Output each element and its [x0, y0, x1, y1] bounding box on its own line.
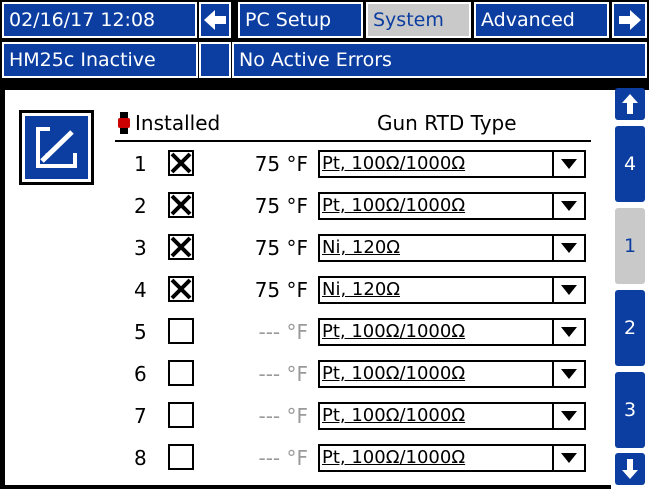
- check-x-icon: [170, 194, 192, 216]
- page-4-button[interactable]: 4: [615, 126, 645, 202]
- dropdown-arrow-icon: [561, 453, 577, 463]
- gun-rtd-type-header: Gun RTD Type: [377, 111, 517, 135]
- row-number: 4: [134, 278, 147, 302]
- dropdown-arrow-icon: [561, 369, 577, 379]
- scroll-down-button[interactable]: [615, 453, 645, 485]
- arrow-left-icon: [204, 10, 226, 30]
- gun-temperature: --- °F: [258, 362, 308, 386]
- dropdown-button[interactable]: [552, 152, 584, 176]
- dropdown-button[interactable]: [552, 194, 584, 218]
- rtd-type-value: Pt, 100Ω/1000Ω: [322, 195, 466, 216]
- arrow-right-icon: [618, 10, 641, 30]
- tab-prev-button[interactable]: [199, 2, 231, 38]
- row-number: 6: [134, 362, 147, 386]
- row-number: 7: [134, 404, 147, 428]
- installed-header: Installed: [135, 111, 221, 135]
- gun-icon: [118, 112, 130, 134]
- scroll-up-button[interactable]: [615, 88, 645, 120]
- rtd-type-select[interactable]: Ni, 120Ω: [318, 234, 586, 262]
- header-divider: [115, 140, 591, 142]
- rtd-type-select[interactable]: Pt, 100Ω/1000Ω: [318, 402, 586, 430]
- rtd-type-value: Ni, 120Ω: [322, 279, 401, 300]
- row-number: 2: [134, 194, 147, 218]
- row-number: 3: [134, 236, 147, 260]
- page-2-button[interactable]: 2: [615, 290, 645, 366]
- gun-temperature: 75 °F: [254, 236, 308, 260]
- arrow-down-icon: [622, 459, 638, 479]
- rtd-type-select[interactable]: Pt, 100Ω/1000Ω: [318, 150, 586, 178]
- dropdown-button[interactable]: [552, 404, 584, 428]
- check-x-icon: [170, 152, 192, 174]
- rtd-type-value: Pt, 100Ω/1000Ω: [322, 321, 466, 342]
- edit-icon: [36, 127, 77, 168]
- installed-checkbox[interactable]: [168, 192, 194, 218]
- row-number: 8: [134, 446, 147, 470]
- rtd-type-select[interactable]: Pt, 100Ω/1000Ω: [318, 444, 586, 472]
- error-status: No Active Errors: [232, 42, 647, 78]
- installed-checkbox[interactable]: [168, 150, 194, 176]
- page-1-button[interactable]: 1: [615, 208, 645, 284]
- arrow-up-icon: [622, 94, 638, 114]
- tab-advanced[interactable]: Advanced: [474, 2, 609, 38]
- dropdown-arrow-icon: [561, 327, 577, 337]
- dropdown-button[interactable]: [552, 362, 584, 386]
- gun-temperature: 75 °F: [254, 194, 308, 218]
- installed-checkbox[interactable]: [168, 234, 194, 260]
- rtd-type-value: Pt, 100Ω/1000Ω: [322, 447, 466, 468]
- installed-checkbox[interactable]: [168, 318, 194, 344]
- gun-temperature: --- °F: [258, 446, 308, 470]
- dropdown-button[interactable]: [552, 446, 584, 470]
- dropdown-button[interactable]: [552, 278, 584, 302]
- dropdown-button[interactable]: [552, 236, 584, 260]
- dropdown-arrow-icon: [561, 243, 577, 253]
- rtd-type-value: Pt, 100Ω/1000Ω: [322, 153, 466, 174]
- dropdown-arrow-icon: [561, 285, 577, 295]
- dropdown-arrow-icon: [561, 411, 577, 421]
- rtd-type-value: Pt, 100Ω/1000Ω: [322, 363, 466, 384]
- edit-button[interactable]: [19, 110, 94, 185]
- rtd-type-select[interactable]: Pt, 100Ω/1000Ω: [318, 318, 586, 346]
- main-panel: Installed Gun RTD Type 1 75 °F Pt, 100Ω/…: [5, 90, 611, 485]
- gun-temperature: 75 °F: [254, 152, 308, 176]
- rtd-type-value: Ni, 120Ω: [322, 237, 401, 258]
- datetime: 02/16/17 12:08: [2, 2, 197, 38]
- row-number: 1: [134, 152, 147, 176]
- rtd-type-select[interactable]: Ni, 120Ω: [318, 276, 586, 304]
- gun-temperature: --- °F: [258, 320, 308, 344]
- installed-checkbox[interactable]: [168, 276, 194, 302]
- rtd-type-select[interactable]: Pt, 100Ω/1000Ω: [318, 192, 586, 220]
- machine-status: HM25c Inactive: [2, 42, 198, 78]
- tab-pc-setup[interactable]: PC Setup: [238, 2, 363, 38]
- dropdown-arrow-icon: [561, 159, 577, 169]
- status-blank: [199, 42, 231, 78]
- check-x-icon: [170, 278, 192, 300]
- tab-system[interactable]: System: [366, 2, 471, 38]
- installed-checkbox[interactable]: [168, 444, 194, 470]
- installed-checkbox[interactable]: [168, 402, 194, 428]
- dropdown-button[interactable]: [552, 320, 584, 344]
- row-number: 5: [134, 320, 147, 344]
- tab-next-button[interactable]: [612, 2, 647, 38]
- gun-temperature: --- °F: [258, 404, 308, 428]
- check-x-icon: [170, 236, 192, 258]
- rtd-type-value: Pt, 100Ω/1000Ω: [322, 405, 466, 426]
- installed-checkbox[interactable]: [168, 360, 194, 386]
- page-3-button[interactable]: 3: [615, 372, 645, 448]
- rtd-type-select[interactable]: Pt, 100Ω/1000Ω: [318, 360, 586, 388]
- gun-temperature: 75 °F: [254, 278, 308, 302]
- dropdown-arrow-icon: [561, 201, 577, 211]
